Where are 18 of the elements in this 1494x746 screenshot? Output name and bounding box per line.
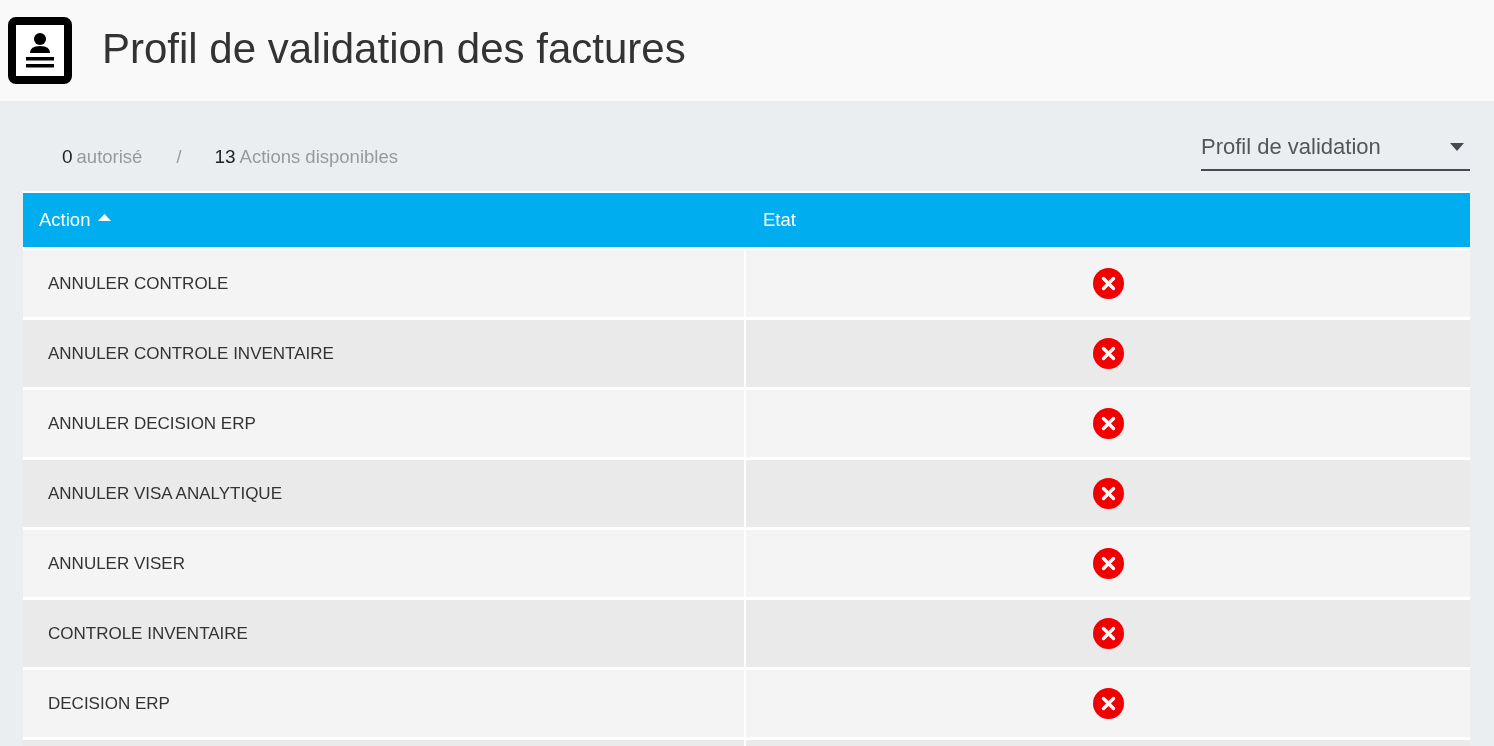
authorized-label: autorisé: [76, 145, 143, 169]
action-cell: CONTROLE INVENTAIRE: [23, 600, 744, 667]
column-header[interactable]: Action: [23, 193, 747, 247]
page-title: Profil de validation des factures: [102, 24, 686, 75]
profile-card-icon: [8, 17, 72, 84]
authorized-count: 0: [62, 145, 73, 169]
column-header[interactable]: Etat: [747, 193, 1470, 247]
action-cell: DECISION ERP: [23, 670, 744, 737]
separator: /: [176, 146, 182, 169]
caret-icon: [1450, 143, 1464, 151]
action-cell: ANNULER CONTROLE INVENTAIRE: [23, 320, 744, 387]
action-cell: ANNULER CONTROLE: [23, 250, 744, 317]
profile-dropdown[interactable]: Profil de validation: [1201, 133, 1470, 171]
available-count: 13: [214, 145, 236, 169]
action-cell: ANNULER DECISION ERP: [23, 390, 744, 457]
available-label: Actions disponibles: [239, 145, 398, 169]
action-cell: ANNULER VISA ANALYTIQUE: [23, 460, 744, 527]
action-cell: ANNULER VISER: [23, 530, 744, 597]
